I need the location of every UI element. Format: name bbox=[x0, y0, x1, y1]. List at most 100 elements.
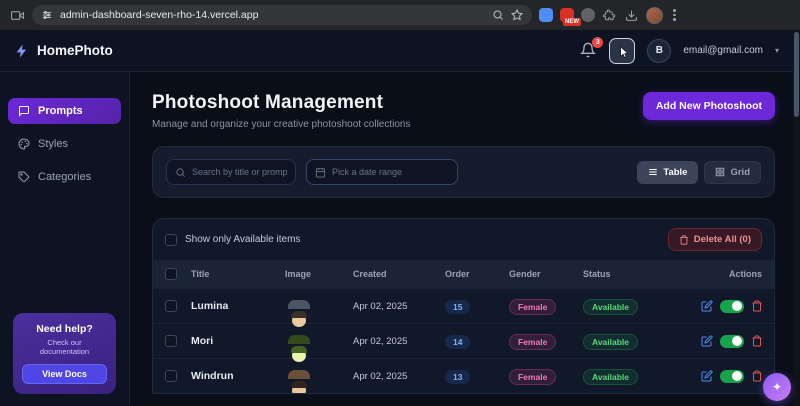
browser-profile-avatar[interactable] bbox=[646, 6, 663, 24]
col-order: Order bbox=[445, 269, 470, 279]
order-badge: 13 bbox=[445, 370, 471, 384]
sidebar-item-label: Prompts bbox=[38, 105, 83, 117]
sparkle-icon: ✦ bbox=[771, 380, 783, 394]
page-scrollbar[interactable] bbox=[793, 30, 800, 406]
col-actions: Actions bbox=[728, 269, 762, 279]
search-icon[interactable] bbox=[492, 9, 504, 21]
search-input[interactable] bbox=[192, 167, 287, 177]
date-range-input[interactable] bbox=[332, 167, 449, 177]
puzzle-extensions-icon[interactable] bbox=[602, 8, 617, 23]
brand-name: HomePhoto bbox=[37, 43, 113, 58]
notifications-bell-icon[interactable]: 3 bbox=[580, 37, 604, 59]
trash-icon bbox=[680, 234, 688, 245]
bolt-logo-icon bbox=[14, 43, 30, 59]
row-created: Apr 02, 2025 bbox=[353, 370, 408, 382]
order-badge: 15 bbox=[445, 300, 471, 314]
trash-icon[interactable] bbox=[751, 370, 763, 382]
row-title: Mori bbox=[191, 335, 214, 347]
url-text: admin-dashboard-seven-rho-14.vercel.app bbox=[60, 9, 259, 21]
edit-icon[interactable] bbox=[701, 335, 713, 347]
order-badge: 14 bbox=[445, 335, 471, 349]
trash-icon[interactable] bbox=[751, 335, 763, 347]
search-icon bbox=[176, 167, 185, 177]
palette-icon bbox=[18, 138, 30, 150]
brand[interactable]: HomePhoto bbox=[14, 43, 113, 59]
page-subtitle: Manage and organize your creative photos… bbox=[152, 119, 411, 130]
screen: admin-dashboard-seven-rho-14.vercel.app … bbox=[0, 0, 800, 406]
tune-icon[interactable] bbox=[41, 9, 53, 21]
scrollbar-thumb[interactable] bbox=[794, 32, 799, 117]
table-view-button[interactable]: Table bbox=[637, 160, 699, 184]
address-bar[interactable]: admin-dashboard-seven-rho-14.vercel.app bbox=[32, 5, 532, 25]
col-title: Title bbox=[191, 269, 210, 279]
list-controls: Show only Available items Delete All (0) bbox=[153, 219, 774, 260]
tag-icon bbox=[18, 171, 30, 183]
row-title: Lumina bbox=[191, 300, 229, 312]
row-checkbox[interactable] bbox=[165, 300, 177, 312]
row-title: Windrun bbox=[191, 370, 234, 382]
availability-toggle[interactable] bbox=[720, 334, 744, 348]
photoshoot-table-card: Show only Available items Delete All (0)… bbox=[152, 218, 775, 394]
cursor-tool-button[interactable] bbox=[609, 37, 636, 64]
delete-all-button[interactable]: Delete All (0) bbox=[667, 228, 762, 251]
user-avatar[interactable]: B bbox=[647, 38, 672, 63]
grid-icon bbox=[716, 167, 725, 177]
mouse-cursor-icon bbox=[620, 46, 629, 58]
chevron-down-icon[interactable]: ▾ bbox=[775, 46, 779, 55]
help-card: Need help? Check our documentation View … bbox=[13, 313, 116, 394]
sidebar-item-styles[interactable]: Styles bbox=[8, 131, 121, 157]
search-field[interactable] bbox=[166, 159, 296, 185]
sidebar-item-label: Styles bbox=[38, 138, 68, 150]
camera-icon[interactable] bbox=[10, 8, 25, 23]
chat-icon bbox=[19, 106, 29, 117]
grid-view-button[interactable]: Grid bbox=[704, 160, 761, 184]
download-icon[interactable] bbox=[624, 8, 639, 23]
sidebar: Prompts Styles Categories Need help? Che… bbox=[0, 72, 130, 406]
row-created: Apr 02, 2025 bbox=[353, 300, 408, 312]
edit-icon[interactable] bbox=[701, 300, 713, 312]
page-title: Photoshoot Management bbox=[152, 92, 384, 113]
date-range-field[interactable] bbox=[306, 159, 458, 185]
user-email[interactable]: email@gmail.com bbox=[683, 45, 763, 56]
col-gender: Gender bbox=[509, 269, 541, 279]
view-toggle-group: Table Grid bbox=[637, 160, 761, 184]
page-header: Photoshoot Management Manage and organiz… bbox=[152, 92, 775, 130]
col-created: Created bbox=[353, 269, 387, 279]
help-title: Need help? bbox=[36, 323, 93, 335]
gender-badge: Female bbox=[509, 299, 557, 315]
app-header: HomePhoto 3 B email@gmail.com ▾ bbox=[0, 30, 793, 72]
show-available-checkbox[interactable] bbox=[165, 233, 177, 246]
table-row: Mori Apr 02, 2025 14 Female Available bbox=[153, 323, 774, 362]
bookmark-star-icon[interactable] bbox=[511, 9, 523, 21]
table-row: Lumina Apr 02, 2025 15 Female Available bbox=[153, 288, 774, 327]
gender-badge: Female bbox=[509, 334, 557, 350]
row-checkbox[interactable] bbox=[165, 335, 177, 347]
extension-blue-icon[interactable] bbox=[539, 8, 553, 22]
main-content: Photoshoot Management Manage and organiz… bbox=[130, 72, 793, 406]
row-checkbox[interactable] bbox=[165, 370, 177, 382]
availability-toggle[interactable] bbox=[720, 369, 744, 383]
list-icon bbox=[649, 168, 658, 176]
new-badge: NEW bbox=[563, 18, 581, 26]
sidebar-item-prompts[interactable]: Prompts bbox=[8, 98, 121, 124]
table-header-row: Title Image Created Order Gender Status … bbox=[153, 260, 774, 288]
browser-chrome: admin-dashboard-seven-rho-14.vercel.app … bbox=[0, 0, 800, 30]
extension-red-icon[interactable]: NEW bbox=[560, 8, 581, 26]
col-image: Image bbox=[285, 269, 312, 279]
table-row: Windrun Apr 02, 2025 13 Female Available bbox=[153, 358, 774, 393]
add-new-photoshoot-button[interactable]: Add New Photoshoot bbox=[642, 92, 775, 120]
col-status: Status bbox=[583, 269, 611, 279]
edit-icon[interactable] bbox=[701, 370, 713, 382]
status-badge: Available bbox=[583, 334, 639, 350]
browser-menu-icon[interactable] bbox=[670, 9, 679, 21]
select-all-checkbox[interactable] bbox=[165, 268, 177, 280]
sidebar-item-categories[interactable]: Categories bbox=[8, 164, 121, 190]
calendar-icon bbox=[315, 167, 326, 178]
chat-fab-button[interactable]: ✦ bbox=[763, 373, 791, 401]
status-badge: Available bbox=[583, 369, 639, 385]
extension-globe-icon[interactable] bbox=[581, 8, 595, 22]
trash-icon[interactable] bbox=[751, 300, 763, 312]
view-docs-button[interactable]: View Docs bbox=[22, 364, 107, 384]
availability-toggle[interactable] bbox=[720, 299, 744, 313]
row-created: Apr 02, 2025 bbox=[353, 335, 408, 347]
